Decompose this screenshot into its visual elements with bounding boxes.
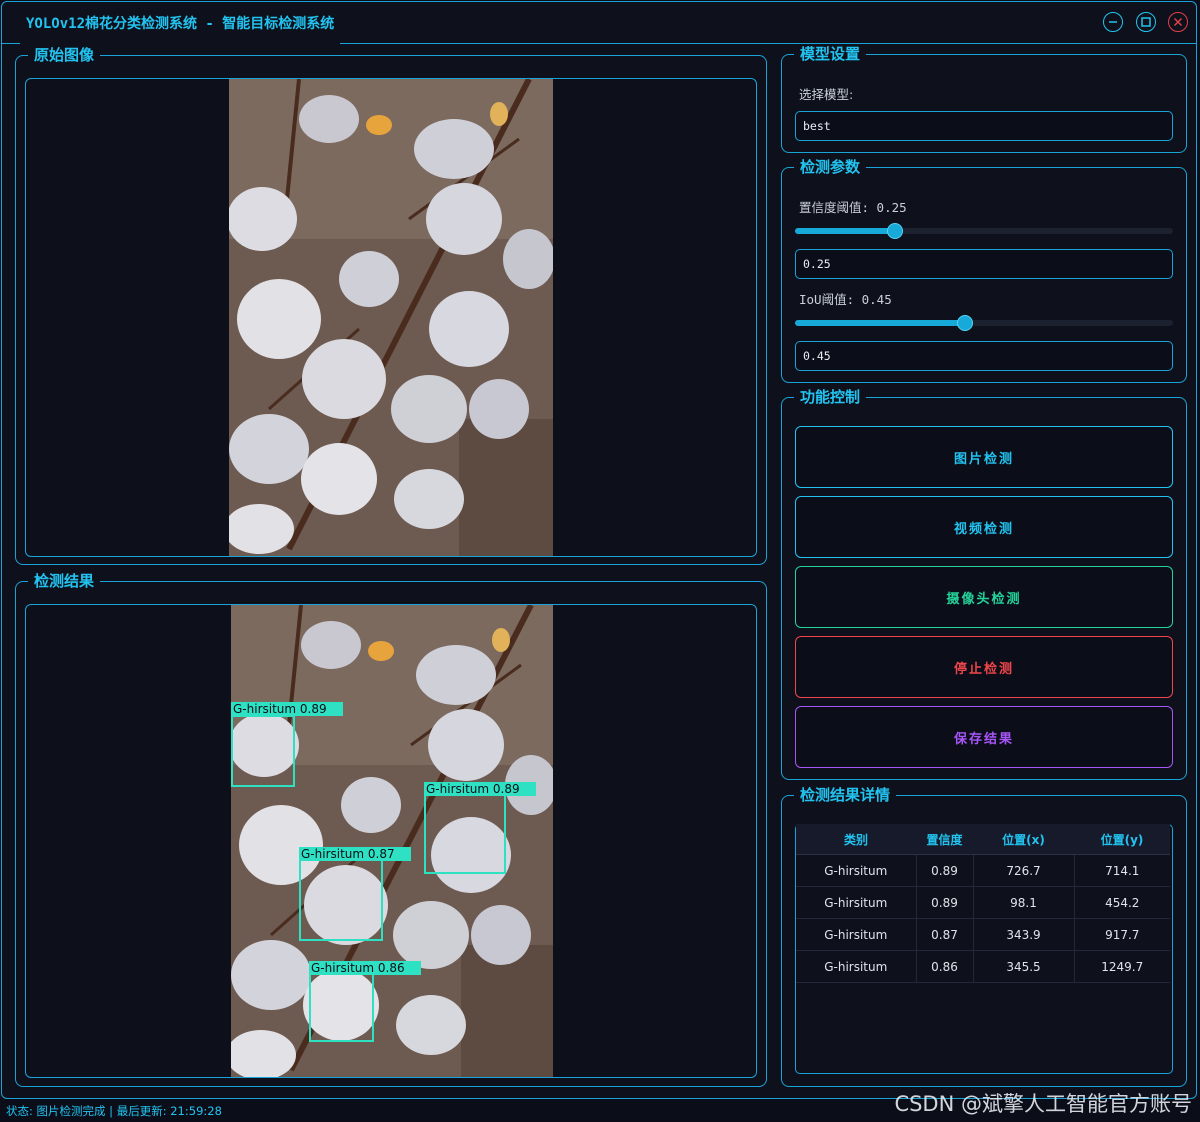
- confidence-slider-handle[interactable]: [887, 223, 904, 239]
- original-image-title: 原始图像: [28, 46, 101, 64]
- confidence-slider[interactable]: [795, 223, 1173, 239]
- main-window: YOLOv12棉花分类检测系统 - 智能目标检测系统 原始图像 检测结果 G-h…: [1, 1, 1197, 1099]
- detection-label: G-hirsitum 0.86: [311, 961, 405, 975]
- video-detect-button[interactable]: 视频检测: [795, 496, 1173, 558]
- cell-x: 345.5: [973, 950, 1075, 983]
- watermark: CSDN @斌擎人工智能官方账号: [894, 1092, 1192, 1116]
- cell-y: 454.2: [1074, 886, 1170, 919]
- table-header-row: 类别 置信度 位置(x) 位置(y): [796, 824, 1170, 855]
- detection-details-panel: 检测结果详情 类别 置信度 位置(x) 位置(y) G-hirsitum 0.8…: [781, 786, 1187, 1087]
- model-select-label: 选择模型:: [799, 87, 854, 102]
- table-row[interactable]: G-hirsitum 0.89 726.7 714.1: [796, 854, 1170, 887]
- detection-label: G-hirsitum 0.87: [301, 847, 395, 861]
- title-bar[interactable]: YOLOv12棉花分类检测系统 - 智能目标检测系统: [2, 2, 1196, 45]
- column-header[interactable]: 位置(x): [973, 824, 1074, 855]
- cell-y: 714.1: [1074, 854, 1170, 887]
- save-result-button[interactable]: 保存结果: [795, 706, 1173, 768]
- cell-class: G-hirsitum: [796, 950, 917, 983]
- model-select[interactable]: best: [795, 111, 1173, 141]
- detection-details-title: 检测结果详情: [794, 786, 897, 804]
- model-settings-panel: 模型设置 选择模型: best: [781, 45, 1187, 153]
- column-header[interactable]: 置信度: [916, 824, 973, 855]
- iou-slider-handle[interactable]: [957, 315, 974, 331]
- result-image-frame: G-hirsitum 0.89 G-hirsitum 0.89 G-hirsit…: [25, 604, 757, 1078]
- column-header[interactable]: 位置(y): [1074, 824, 1170, 855]
- cell-x: 343.9: [973, 918, 1075, 951]
- confidence-slider-fill: [795, 228, 896, 234]
- cell-confidence: 0.87: [916, 918, 974, 951]
- table-row[interactable]: G-hirsitum 0.87 343.9 917.7: [796, 918, 1170, 951]
- maximize-button[interactable]: [1136, 12, 1156, 32]
- cell-x: 726.7: [973, 854, 1075, 887]
- cell-x: 98.1: [973, 886, 1075, 919]
- close-button[interactable]: [1168, 12, 1188, 32]
- function-controls-title: 功能控制: [794, 388, 867, 406]
- confidence-label: 置信度阈值: 0.25: [799, 200, 907, 215]
- original-image-frame: [25, 78, 757, 557]
- result-cotton-image: G-hirsitum 0.89 G-hirsitum 0.89 G-hirsit…: [231, 605, 553, 1077]
- minimize-button[interactable]: [1103, 12, 1123, 32]
- original-cotton-image: [229, 79, 553, 556]
- model-settings-title: 模型设置: [794, 45, 867, 63]
- camera-detect-button[interactable]: 摄像头检测: [795, 566, 1173, 628]
- cell-y: 1249.7: [1074, 950, 1170, 983]
- stop-detect-button[interactable]: 停止检测: [795, 636, 1173, 698]
- detection-result-title: 检测结果: [28, 572, 101, 590]
- original-image-panel: 原始图像: [15, 46, 767, 565]
- cell-confidence: 0.86: [916, 950, 974, 983]
- detection-params-title: 检测参数: [794, 158, 867, 176]
- table-row[interactable]: G-hirsitum 0.86 345.5 1249.7: [796, 950, 1170, 983]
- cell-class: G-hirsitum: [796, 854, 917, 887]
- iou-slider[interactable]: [795, 315, 1173, 331]
- cell-class: G-hirsitum: [796, 918, 917, 951]
- confidence-input[interactable]: 0.25: [795, 249, 1173, 279]
- iou-label: IoU阈值: 0.45: [799, 292, 892, 307]
- iou-input[interactable]: 0.45: [795, 341, 1173, 371]
- cell-confidence: 0.89: [916, 886, 974, 919]
- cell-confidence: 0.89: [916, 854, 974, 887]
- maximize-icon: [1141, 17, 1151, 27]
- image-detect-button[interactable]: 图片检测: [795, 426, 1173, 488]
- close-icon: [1173, 17, 1183, 27]
- iou-slider-fill: [795, 320, 966, 326]
- detection-label: G-hirsitum 0.89: [426, 782, 520, 796]
- detection-params-panel: 检测参数 置信度阈值: 0.25 0.25 IoU阈值: 0.45 0.45: [781, 158, 1187, 383]
- detection-label: G-hirsitum 0.89: [233, 702, 327, 716]
- window-title: YOLOv12棉花分类检测系统 - 智能目标检测系统: [20, 2, 341, 45]
- column-header[interactable]: 类别: [796, 824, 916, 855]
- cell-class: G-hirsitum: [796, 886, 917, 919]
- function-controls-panel: 功能控制 图片检测 视频检测 摄像头检测 停止检测 保存结果: [781, 388, 1187, 780]
- table-row[interactable]: G-hirsitum 0.89 98.1 454.2: [796, 886, 1170, 919]
- detection-result-panel: 检测结果 G-hirsitum 0.89 G-hirsitum 0.89 G-h…: [15, 572, 767, 1087]
- minimize-icon: [1109, 21, 1117, 23]
- cell-y: 917.7: [1074, 918, 1170, 951]
- results-table: 类别 置信度 位置(x) 位置(y) G-hirsitum 0.89 726.7…: [796, 824, 1170, 983]
